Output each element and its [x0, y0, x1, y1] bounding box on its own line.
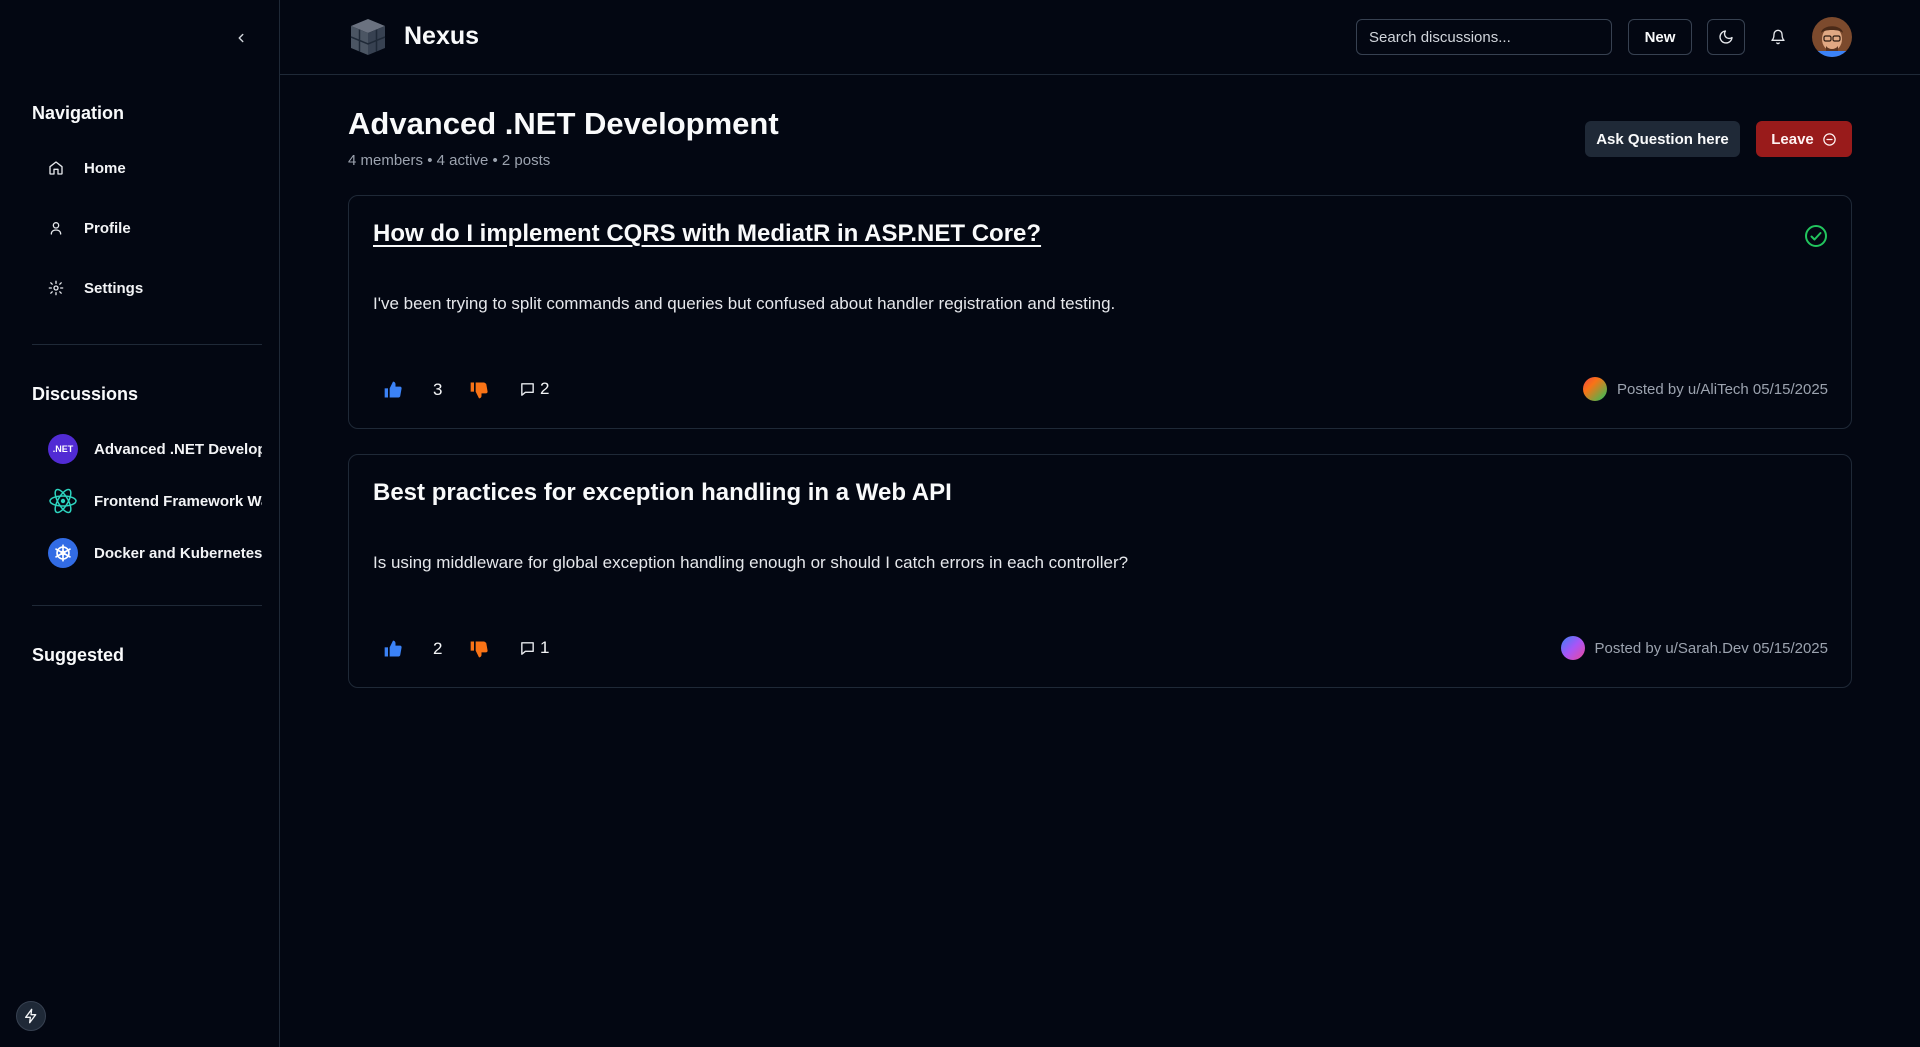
quick-action-button[interactable] [16, 1001, 46, 1031]
upvote-button[interactable] [383, 639, 403, 659]
downvote-button[interactable] [469, 380, 489, 400]
post-body: Is using middleware for global exception… [373, 553, 1129, 572]
sidebar-item-home[interactable]: Home [32, 148, 262, 188]
comments-button[interactable]: 2 [519, 379, 549, 399]
brand-name[interactable]: Nexus [404, 22, 479, 51]
notifications-button[interactable] [1759, 19, 1797, 55]
user-icon [46, 218, 66, 238]
sidebar-discussion-label: Advanced .NET Development [94, 440, 262, 458]
sidebar-discussion-label: Frontend Framework Wars [94, 492, 262, 510]
thumbs-down-icon [470, 641, 488, 658]
sidebar-item-label: Profile [84, 219, 131, 237]
vote-count: 3 [433, 380, 443, 399]
downvote-button[interactable] [469, 639, 489, 659]
top-bar: Nexus New [280, 0, 1920, 75]
solved-check-icon [1804, 224, 1828, 248]
leave-label: Leave [1771, 130, 1814, 148]
post-title[interactable]: How do I implement CQRS with MediatR in … [373, 220, 1041, 248]
new-button[interactable]: New [1628, 19, 1692, 55]
chevron-left-icon [238, 33, 244, 43]
user-avatar[interactable] [1812, 17, 1852, 57]
moon-icon [1719, 30, 1733, 44]
post-author-info: Posted by u/Sarah.Dev 05/15/2025 [1560, 636, 1829, 660]
sidebar-item-settings[interactable]: Settings [32, 268, 262, 308]
sidebar-item-label: Home [84, 159, 126, 177]
sidebar: Navigation Home Profile Settings Discuss… [0, 0, 280, 1047]
ask-question-button[interactable]: Ask Question here [1585, 121, 1740, 157]
sidebar-divider [32, 605, 262, 606]
posted-by-text: Posted by u/Sarah.Dev 05/15/2025 [1594, 639, 1829, 657]
bell-icon [1771, 29, 1785, 45]
leave-button[interactable]: Leave [1756, 121, 1852, 157]
comments-button[interactable]: 1 [519, 638, 549, 658]
sidebar-item-label: Settings [84, 279, 144, 297]
minus-circle-icon [1823, 132, 1836, 146]
dotnet-icon: .NET [48, 434, 78, 464]
page-title: Advanced .NET Development [348, 106, 779, 141]
author-avatar[interactable] [1560, 636, 1585, 660]
sidebar-item-profile[interactable]: Profile [32, 208, 262, 248]
community-meta: 4 members • 4 active • 2 posts [348, 152, 551, 169]
theme-toggle-button[interactable] [1707, 19, 1745, 55]
nexus-logo-icon[interactable] [347, 16, 389, 58]
search-input[interactable] [1356, 19, 1612, 55]
comment-count: 2 [540, 379, 550, 398]
home-icon [46, 158, 66, 178]
author-avatar[interactable] [1583, 377, 1608, 401]
collapse-sidebar-button[interactable] [231, 28, 251, 48]
discussions-heading: Discussions [32, 384, 139, 404]
thumbs-up-icon [384, 381, 402, 398]
react-icon [48, 486, 78, 516]
sidebar-discussion-docker[interactable]: Docker and Kubernetes [32, 531, 262, 575]
sidebar-discussion-label: Docker and Kubernetes [94, 544, 262, 562]
sidebar-discussion-frontend[interactable]: Frontend Framework Wars [32, 479, 262, 523]
suggested-heading: Suggested [32, 645, 125, 665]
post-title[interactable]: Best practices for exception handling in… [373, 479, 952, 507]
sidebar-discussion-dotnet[interactable]: .NET Advanced .NET Development [32, 427, 262, 471]
thumbs-down-icon [470, 382, 488, 399]
kubernetes-icon [48, 538, 78, 568]
gear-icon [46, 278, 66, 298]
bolt-icon [25, 1008, 37, 1024]
post-card: How do I implement CQRS with MediatR in … [348, 195, 1852, 429]
comment-count: 1 [540, 638, 550, 657]
posted-by-text: Posted by u/AliTech 05/15/2025 [1617, 380, 1828, 398]
navigation-heading: Navigation [32, 103, 125, 123]
vote-count: 2 [433, 639, 443, 658]
sidebar-divider [32, 344, 262, 345]
post-author-info: Posted by u/AliTech 05/15/2025 [1583, 377, 1828, 401]
thumbs-up-icon [384, 640, 402, 657]
comment-icon [521, 382, 534, 396]
upvote-button[interactable] [383, 380, 403, 400]
post-card: Best practices for exception handling in… [348, 454, 1852, 688]
comment-icon [521, 641, 534, 655]
post-body: I've been trying to split commands and q… [373, 294, 1116, 313]
